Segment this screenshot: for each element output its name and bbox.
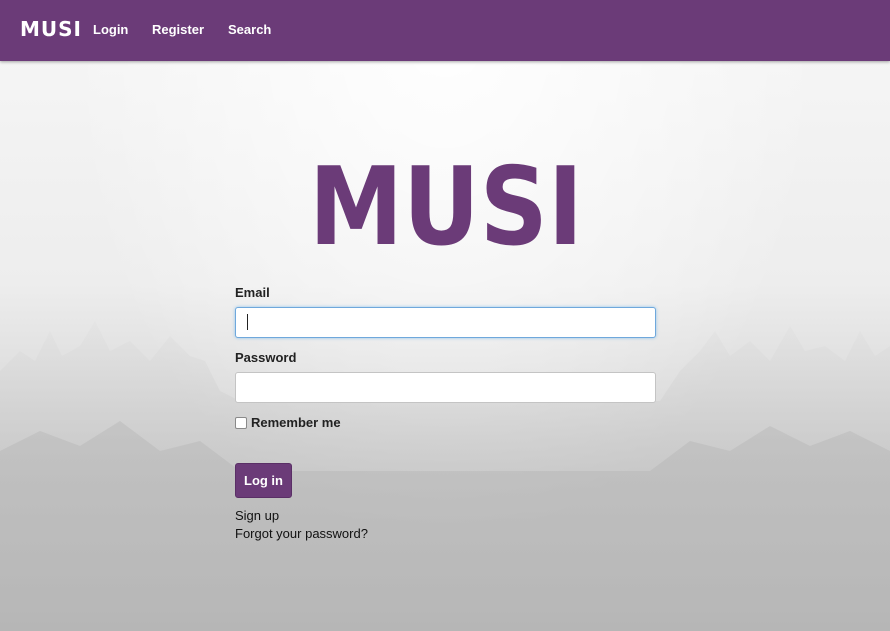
email-label: Email — [235, 285, 270, 300]
email-field-wrapper — [235, 307, 656, 338]
email-field[interactable] — [235, 307, 656, 338]
login-button[interactable]: Log in — [235, 463, 292, 498]
brand-logo-link[interactable]: MUSI — [20, 17, 82, 41]
text-cursor — [247, 314, 248, 330]
remember-me-row: Remember me — [235, 415, 656, 430]
login-form: Email Password Remember me Log in Sign u… — [235, 285, 656, 543]
nav-search-link[interactable]: Search — [228, 22, 271, 37]
forgot-password-link[interactable]: Forgot your password? — [235, 525, 656, 543]
top-navbar: MUSI Login Register Search — [0, 0, 890, 61]
password-field[interactable] — [235, 372, 656, 403]
remember-me-checkbox[interactable] — [235, 416, 247, 429]
logo-text: MUSI — [309, 150, 583, 250]
nav-register-link[interactable]: Register — [152, 22, 204, 37]
nav-login-link[interactable]: Login — [93, 22, 128, 37]
musi-logo: MUSI — [309, 150, 583, 250]
sign-up-link[interactable]: Sign up — [235, 507, 656, 525]
password-label: Password — [235, 350, 297, 365]
auth-links: Sign up Forgot your password? — [235, 507, 656, 543]
remember-me-label[interactable]: Remember me — [251, 415, 341, 430]
